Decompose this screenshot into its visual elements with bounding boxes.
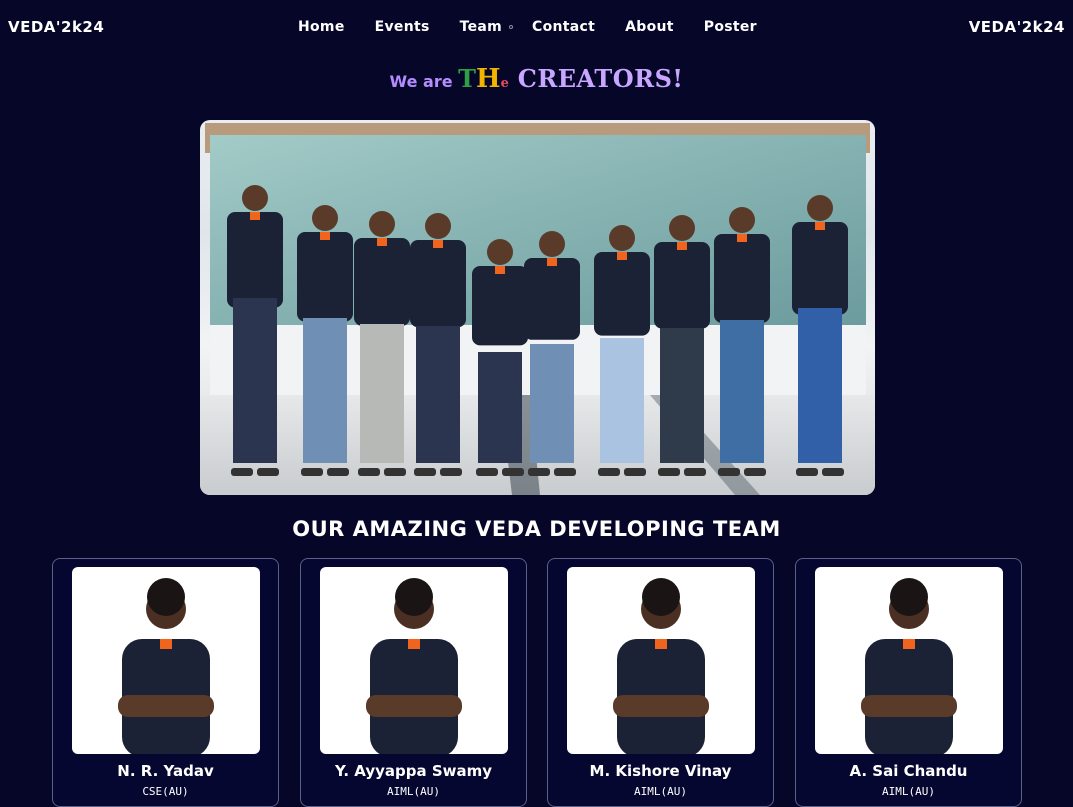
- member-name: N. R. Yadav: [117, 762, 214, 780]
- member-name: Y. Ayyappa Swamy: [334, 762, 493, 780]
- team-card[interactable]: N. R. Yadav CSE(AU): [52, 558, 279, 807]
- member-name: M. Kishore Vinay: [589, 762, 732, 780]
- team-members-figures: [227, 185, 848, 476]
- member-photo: [815, 567, 1003, 754]
- member-photo: [567, 567, 755, 754]
- member-department: CSE(AU): [142, 785, 189, 798]
- hero-the-e: e: [500, 76, 509, 91]
- portrait-figure: [861, 578, 957, 754]
- member-portrait-illustration: [118, 578, 214, 754]
- team-member-figure: [594, 225, 650, 476]
- brand-logo-right[interactable]: VEDA'2k24: [969, 18, 1065, 36]
- nav-link-home[interactable]: Home: [298, 19, 345, 35]
- team-member-figure: [792, 195, 848, 476]
- team-group-photo: [200, 120, 875, 495]
- member-name: A. Sai Chandu: [849, 762, 968, 780]
- member-photo: [320, 567, 508, 754]
- team-member-figure: [410, 213, 466, 476]
- top-navbar: VEDA'2k24 Home Events Team Contact About…: [0, 0, 1073, 56]
- team-member-figure: [297, 205, 353, 476]
- member-department: AIML(AU): [882, 785, 935, 798]
- member-portrait-illustration: [861, 578, 957, 754]
- brand-logo-left[interactable]: VEDA'2k24: [8, 18, 104, 36]
- team-member-figure: [472, 239, 528, 476]
- hero-creators: CREATORS!: [508, 64, 684, 93]
- member-department: AIML(AU): [634, 785, 687, 798]
- nav-link-team-label: Team: [459, 19, 503, 35]
- hero-title: We are THe CREATORS!: [0, 64, 1073, 94]
- team-card[interactable]: A. Sai Chandu AIML(AU): [795, 558, 1022, 807]
- team-member-figure: [654, 215, 710, 476]
- hero-prefix: We are: [389, 72, 459, 91]
- member-portrait-illustration: [613, 578, 709, 754]
- portrait-figure: [366, 578, 462, 754]
- member-department: AIML(AU): [387, 785, 440, 798]
- portrait-figure: [118, 578, 214, 754]
- active-dot-icon: [509, 25, 514, 29]
- nav-link-poster[interactable]: Poster: [704, 19, 757, 35]
- nav-link-contact[interactable]: Contact: [532, 19, 595, 35]
- hero-the-t: T: [458, 64, 476, 93]
- team-cards: N. R. Yadav CSE(AU) Y. Ayyappa Swamy AIM…: [52, 558, 1022, 807]
- team-card[interactable]: M. Kishore Vinay AIML(AU): [547, 558, 774, 807]
- team-section-heading: OUR AMAZING VEDA DEVELOPING TEAM: [292, 517, 781, 541]
- team-member-figure: [714, 207, 770, 476]
- team-member-figure: [524, 231, 580, 476]
- nav-link-about[interactable]: About: [625, 19, 674, 35]
- team-member-figure: [227, 185, 283, 476]
- member-portrait-illustration: [366, 578, 462, 754]
- team-member-figure: [354, 211, 410, 476]
- portrait-figure: [613, 578, 709, 754]
- team-card[interactable]: Y. Ayyappa Swamy AIML(AU): [300, 558, 527, 807]
- nav-link-team[interactable]: Team: [459, 19, 514, 35]
- nav-links: Home Events Team Contact About Poster: [298, 19, 787, 35]
- hero-the-h: H: [476, 64, 501, 94]
- nav-link-events[interactable]: Events: [375, 19, 430, 35]
- member-photo: [72, 567, 260, 754]
